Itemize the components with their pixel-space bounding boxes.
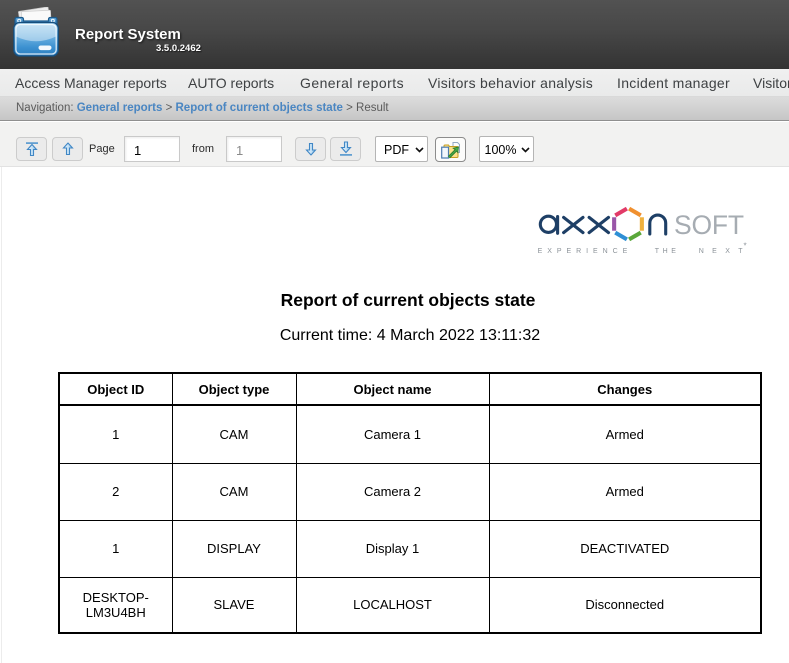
svg-text:EXPERIENCE: EXPERIENCE xyxy=(538,248,633,255)
svg-text:NEXT: NEXT xyxy=(699,248,751,255)
svg-text:THE: THE xyxy=(655,248,680,255)
svg-text:SOFT: SOFT xyxy=(674,210,744,240)
svg-text:*: * xyxy=(744,242,747,251)
